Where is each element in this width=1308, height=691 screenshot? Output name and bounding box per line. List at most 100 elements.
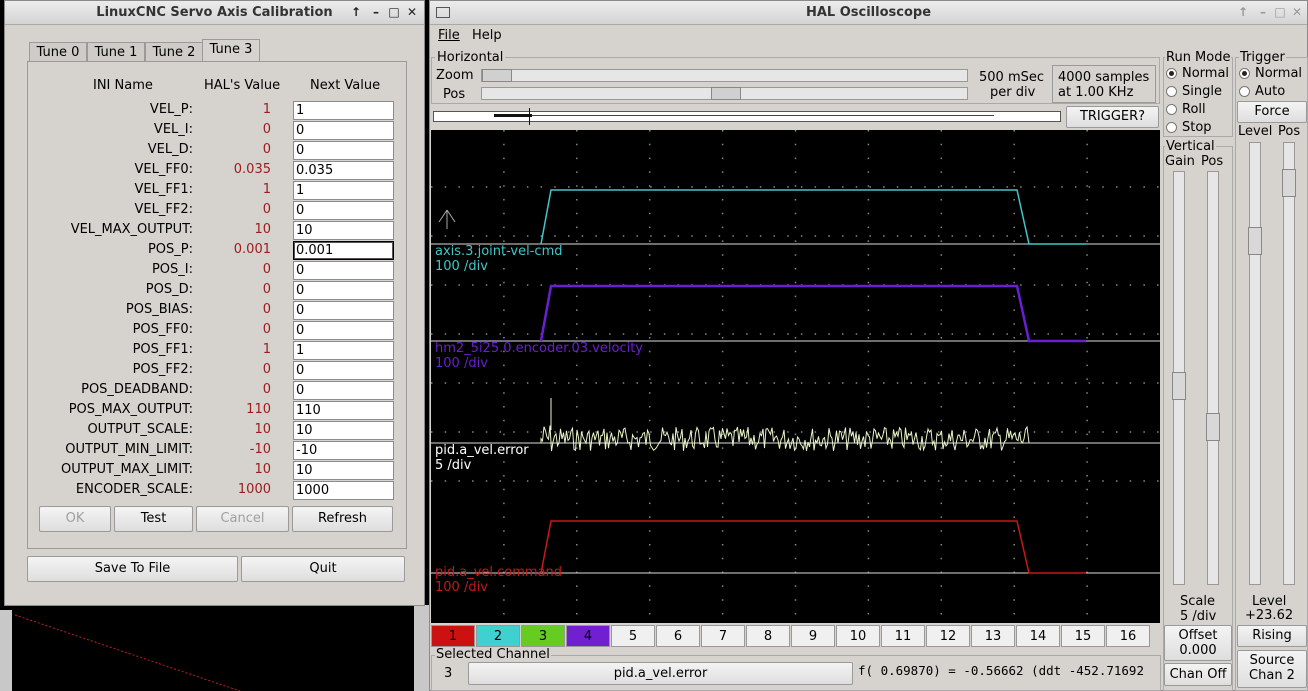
quit-button[interactable]: Quit bbox=[241, 556, 405, 582]
channel-button-11[interactable]: 11 bbox=[881, 625, 925, 647]
channel-button-13[interactable]: 13 bbox=[971, 625, 1015, 647]
vertical-gain-slider[interactable] bbox=[1172, 171, 1186, 585]
refresh-button[interactable]: Refresh bbox=[292, 506, 393, 532]
trace-name-label: pid.a_vel.error bbox=[435, 443, 529, 458]
param-next-value-field[interactable]: -10 bbox=[293, 441, 394, 460]
selected-channel-name-button[interactable]: pid.a_vel.error bbox=[468, 662, 853, 685]
param-name: OUTPUT_MAX_LIMIT: bbox=[60, 462, 193, 477]
menu-file[interactable]: File bbox=[438, 28, 460, 43]
tab-tune-3[interactable]: Tune 3 bbox=[202, 39, 260, 62]
param-next-value-field[interactable]: 0 bbox=[293, 381, 394, 400]
trigger-normal-radio[interactable] bbox=[1239, 68, 1250, 79]
param-next-value-field[interactable]: 1000 bbox=[293, 481, 394, 500]
param-hal-value: 0 bbox=[262, 322, 271, 337]
zoom-slider-thumb[interactable] bbox=[482, 69, 512, 82]
param-next-value-field[interactable]: 110 bbox=[293, 401, 394, 420]
vertical-pos-slider[interactable] bbox=[1206, 171, 1220, 585]
channel-button-6[interactable]: 6 bbox=[656, 625, 700, 647]
minimize-icon[interactable]: – bbox=[1256, 5, 1270, 19]
param-next-value-field[interactable]: 10 bbox=[293, 221, 394, 240]
param-hal-value: 1 bbox=[262, 342, 271, 357]
param-next-value-field[interactable]: 1 bbox=[293, 341, 394, 360]
channel-button-4[interactable]: 4 bbox=[566, 625, 610, 647]
close-icon[interactable]: ✕ bbox=[1290, 5, 1304, 19]
tab-tune-0[interactable]: Tune 0 bbox=[29, 42, 87, 62]
trigger-level-slider[interactable] bbox=[1248, 142, 1262, 585]
samples-line2: at 1.00 KHz bbox=[1058, 85, 1134, 100]
trigger-status-button[interactable]: TRIGGER? bbox=[1066, 106, 1159, 128]
param-next-value-field[interactable]: 0.001 bbox=[293, 241, 394, 260]
param-name: POS_BIAS: bbox=[125, 302, 193, 317]
pos-slider[interactable] bbox=[481, 87, 968, 100]
channel-button-15[interactable]: 15 bbox=[1061, 625, 1105, 647]
run-roll-radio[interactable] bbox=[1166, 104, 1177, 115]
window-menu-icon[interactable] bbox=[436, 7, 450, 18]
chan-off-button[interactable]: Chan Off bbox=[1164, 663, 1232, 686]
selected-channel-number: 3 bbox=[444, 666, 453, 681]
channel-button-10[interactable]: 10 bbox=[836, 625, 880, 647]
param-next-value-field[interactable]: 0.035 bbox=[293, 161, 394, 180]
save-to-file-button[interactable]: Save To File bbox=[27, 556, 238, 582]
scope-display[interactable]: axis.3.joint-vel-cmd100 /divhm2_5i25.0.e… bbox=[431, 130, 1160, 623]
channel-button-8[interactable]: 8 bbox=[746, 625, 790, 647]
channel-button-1[interactable]: 1 bbox=[431, 625, 475, 647]
param-next-value-field[interactable]: 10 bbox=[293, 421, 394, 440]
channel-button-2[interactable]: 2 bbox=[476, 625, 520, 647]
maximize-icon[interactable]: □ bbox=[1273, 5, 1287, 19]
tab-tune-2[interactable]: Tune 2 bbox=[145, 42, 203, 62]
vertical-gain-thumb[interactable] bbox=[1172, 372, 1186, 400]
channel-button-7[interactable]: 7 bbox=[701, 625, 745, 647]
vertical-pos-thumb[interactable] bbox=[1206, 413, 1220, 441]
trigger-pos-thumb[interactable] bbox=[1282, 169, 1296, 197]
pin-icon[interactable]: ↑ bbox=[1236, 5, 1250, 19]
param-next-value-field[interactable]: 0 bbox=[293, 261, 394, 280]
param-next-value-field[interactable]: 10 bbox=[293, 461, 394, 480]
pos-slider-thumb[interactable] bbox=[711, 87, 741, 100]
trigger-source-button[interactable]: Source Chan 2 bbox=[1237, 650, 1307, 688]
trigger-level-thumb[interactable] bbox=[1248, 227, 1262, 255]
channel-button-12[interactable]: 12 bbox=[926, 625, 970, 647]
trigger-pos-slider[interactable] bbox=[1282, 142, 1296, 585]
channel-button-16[interactable]: 16 bbox=[1106, 625, 1150, 647]
param-next-value-field[interactable]: 0 bbox=[293, 201, 394, 220]
close-icon[interactable]: ✕ bbox=[405, 5, 419, 19]
trigger-edge-button[interactable]: Rising bbox=[1237, 625, 1307, 647]
channel-button-14[interactable]: 14 bbox=[1016, 625, 1060, 647]
param-name: VEL_FF0: bbox=[134, 162, 193, 177]
param-next-value-field[interactable]: 0 bbox=[293, 281, 394, 300]
cancel-button[interactable]: Cancel bbox=[196, 506, 289, 532]
menu-help[interactable]: Help bbox=[472, 28, 502, 43]
param-name: POS_D: bbox=[145, 282, 193, 297]
minimize-icon[interactable]: – bbox=[369, 5, 383, 19]
param-next-value-field[interactable]: 1 bbox=[293, 181, 394, 200]
trace-name-label: pid.a_vel.command bbox=[435, 565, 562, 580]
test-button[interactable]: Test bbox=[114, 506, 193, 532]
param-next-value-field[interactable]: 0 bbox=[293, 361, 394, 380]
run-single-radio[interactable] bbox=[1166, 86, 1177, 97]
param-next-value-field[interactable]: 0 bbox=[293, 301, 394, 320]
param-next-value-field[interactable]: 0 bbox=[293, 321, 394, 340]
bg-window-edge bbox=[0, 610, 12, 691]
trigger-auto-radio[interactable] bbox=[1239, 86, 1250, 97]
pin-icon[interactable]: ↑ bbox=[349, 5, 363, 19]
param-next-value-field[interactable]: 1 bbox=[293, 101, 394, 120]
param-next-value-field[interactable]: 0 bbox=[293, 121, 394, 140]
param-next-value-field[interactable]: 0 bbox=[293, 141, 394, 160]
param-name: POS_DEADBAND: bbox=[81, 382, 193, 397]
run-stop-radio[interactable] bbox=[1166, 122, 1177, 133]
zoom-slider[interactable] bbox=[481, 69, 968, 82]
horizontal-label: Horizontal bbox=[435, 50, 506, 65]
vertical-offset-button[interactable]: Offset 0.000 bbox=[1164, 625, 1232, 661]
param-name: POS_FF0: bbox=[132, 322, 193, 337]
channel-button-9[interactable]: 9 bbox=[791, 625, 835, 647]
trigger-pos-label: Pos bbox=[1278, 124, 1301, 139]
maximize-icon[interactable]: □ bbox=[387, 5, 401, 19]
header-ini-name: INI Name bbox=[93, 78, 153, 93]
run-normal-radio[interactable] bbox=[1166, 68, 1177, 79]
tab-tune-1[interactable]: Tune 1 bbox=[87, 42, 145, 62]
channel-button-3[interactable]: 3 bbox=[521, 625, 565, 647]
background-plot bbox=[14, 614, 241, 691]
force-button[interactable]: Force bbox=[1237, 101, 1307, 123]
ok-button[interactable]: OK bbox=[39, 506, 111, 532]
channel-button-5[interactable]: 5 bbox=[611, 625, 655, 647]
